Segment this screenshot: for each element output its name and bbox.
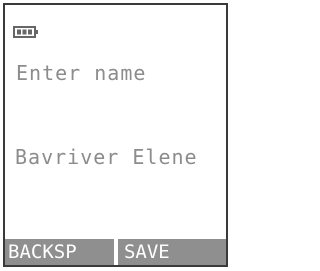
softkey-bar: BACKSP SAVE xyxy=(5,239,226,265)
battery-icon xyxy=(13,26,38,38)
enter-name-prompt: Enter name xyxy=(16,61,147,85)
save-softkey[interactable]: SAVE xyxy=(117,239,226,265)
name-input[interactable]: Bavriver Elene xyxy=(15,147,198,167)
backspace-softkey[interactable]: BACKSP xyxy=(5,239,114,265)
phone-screen: Enter name Bavriver Elene BACKSP SAVE xyxy=(3,3,228,267)
